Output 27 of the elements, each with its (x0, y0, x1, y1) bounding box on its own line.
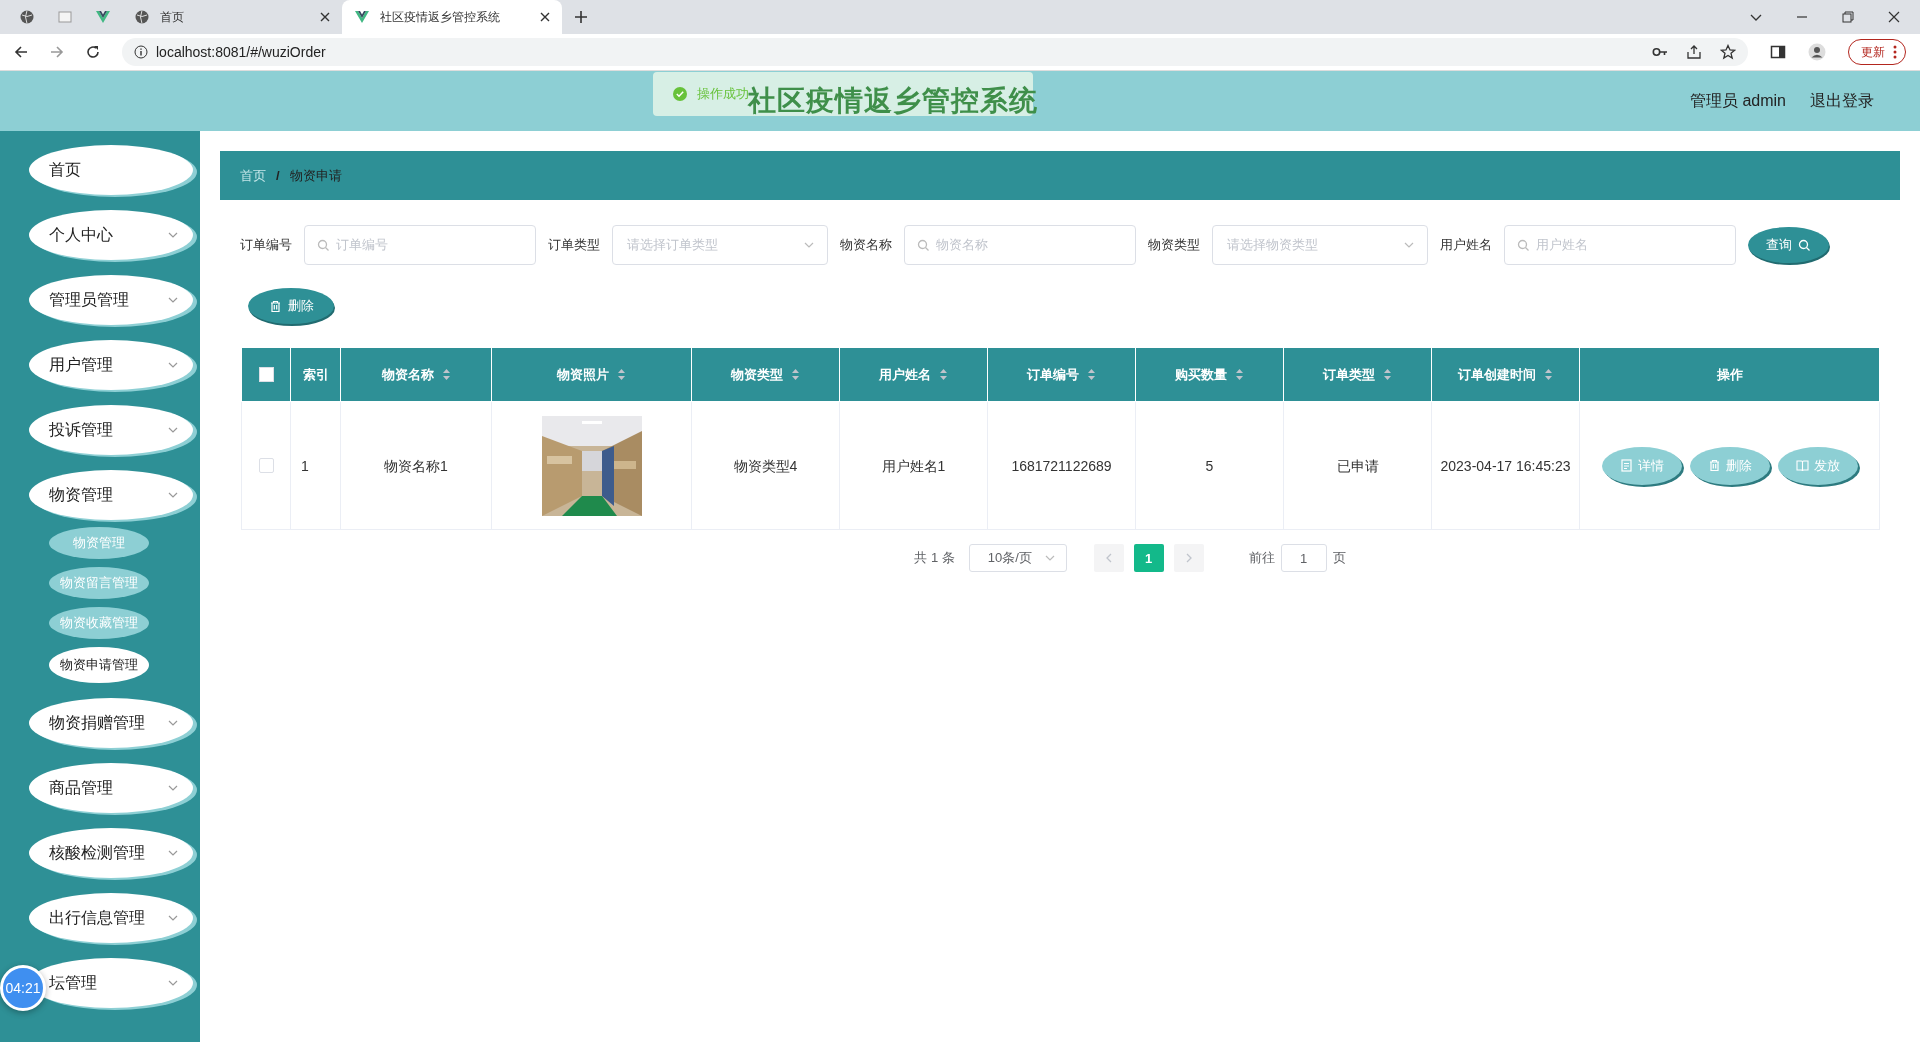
column-header: 操作 (1716, 365, 1743, 384)
timer-toast: 04:21 (0, 965, 46, 1011)
filter-label: 物资类型 (1148, 236, 1200, 254)
toast-message: 操作成功 (697, 85, 749, 101)
table-cell-text: 1681721122689 (1011, 456, 1112, 476)
table-cell-text: 5 (1205, 456, 1214, 476)
filter-label: 订单编号 (240, 236, 292, 254)
filter-label: 物资名称 (840, 236, 892, 254)
user-name: 管理员 admin (1689, 90, 1786, 111)
table-cell-text: 已申请 (1336, 456, 1379, 476)
total-count: 共 1 条 (914, 549, 955, 567)
url-text: localhost:8081/#/wuziOrder (156, 44, 326, 60)
tab-title: 首页 (160, 8, 185, 26)
goto-label: 前往 (1248, 549, 1275, 567)
filter-label: 用户姓名 (1440, 236, 1492, 254)
filter-label: 订单类型 (548, 236, 600, 254)
table-cell-text: 用户姓名1 (881, 456, 946, 476)
breadcrumb-separator: / (276, 168, 280, 183)
breadcrumb-item: 物资申请 (289, 166, 342, 185)
tab-title: 社区疫情返乡管控系统 (380, 8, 501, 26)
table-cell-text: 2023-04-17 16:45:23 (1440, 456, 1571, 476)
table-cell-text: 物资名称1 (384, 456, 448, 476)
app-title: 社区疫情返乡管控系统 (748, 84, 1038, 118)
column-header: 索引 (302, 365, 329, 384)
page-suffix: 页 (1332, 549, 1346, 567)
table-cell-text: 物资类型4 (733, 456, 798, 476)
table-cell-text: 1 (301, 456, 309, 476)
